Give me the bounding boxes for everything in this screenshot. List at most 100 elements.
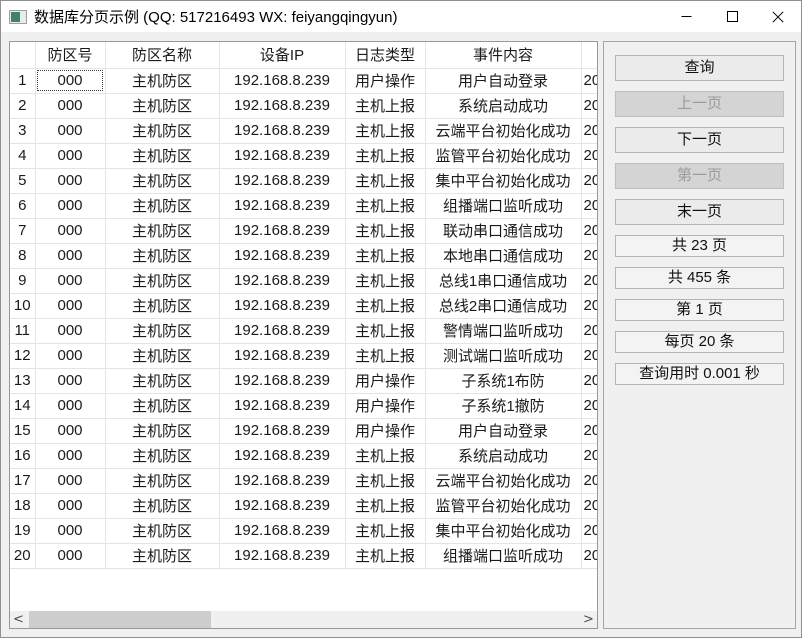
column-header-time[interactable] (581, 42, 597, 68)
cell-name[interactable]: 主机防区 (105, 493, 219, 518)
column-header-name[interactable]: 防区名称 (105, 42, 219, 68)
cell-event[interactable]: 用户自动登录 (425, 418, 581, 443)
cell-name[interactable]: 主机防区 (105, 393, 219, 418)
cell-zone[interactable]: 000 (35, 393, 105, 418)
cell-event[interactable]: 总线1串口通信成功 (425, 268, 581, 293)
cell-zone[interactable]: 000 (35, 418, 105, 443)
cell-ip[interactable]: 192.168.8.239 (219, 293, 345, 318)
cell-event[interactable]: 警情端口监听成功 (425, 318, 581, 343)
row-number[interactable]: 9 (10, 268, 35, 293)
cell-time[interactable]: 20 (581, 468, 597, 493)
row-number[interactable]: 5 (10, 168, 35, 193)
cell-type[interactable]: 主机上报 (345, 318, 425, 343)
row-number[interactable]: 3 (10, 118, 35, 143)
cell-type[interactable]: 主机上报 (345, 93, 425, 118)
row-number[interactable]: 18 (10, 493, 35, 518)
row-number[interactable]: 13 (10, 368, 35, 393)
cell-time[interactable]: 20 (581, 193, 597, 218)
cell-ip[interactable]: 192.168.8.239 (219, 143, 345, 168)
cell-ip[interactable]: 192.168.8.239 (219, 168, 345, 193)
cell-event[interactable]: 总线2串口通信成功 (425, 293, 581, 318)
cell-type[interactable]: 主机上报 (345, 468, 425, 493)
cell-name[interactable]: 主机防区 (105, 368, 219, 393)
cell-type[interactable]: 主机上报 (345, 168, 425, 193)
cell-name[interactable]: 主机防区 (105, 318, 219, 343)
cell-ip[interactable]: 192.168.8.239 (219, 318, 345, 343)
cell-event[interactable]: 组播端口监听成功 (425, 543, 581, 568)
cell-event[interactable]: 集中平台初始化成功 (425, 518, 581, 543)
minimize-button[interactable] (663, 1, 709, 32)
cell-name[interactable]: 主机防区 (105, 193, 219, 218)
cell-ip[interactable]: 192.168.8.239 (219, 368, 345, 393)
cell-zone[interactable]: 000 (35, 168, 105, 193)
cell-type[interactable]: 主机上报 (345, 343, 425, 368)
cell-zone[interactable]: 000 (35, 518, 105, 543)
cell-type[interactable]: 主机上报 (345, 543, 425, 568)
cell-type[interactable]: 用户操作 (345, 368, 425, 393)
cell-type[interactable]: 用户操作 (345, 418, 425, 443)
cell-ip[interactable]: 192.168.8.239 (219, 543, 345, 568)
cell-event[interactable]: 联动串口通信成功 (425, 218, 581, 243)
scroll-left-arrow-icon[interactable]: < (10, 611, 27, 628)
cell-zone[interactable]: 000 (35, 193, 105, 218)
row-number[interactable]: 17 (10, 468, 35, 493)
cell-ip[interactable]: 192.168.8.239 (219, 218, 345, 243)
cell-name[interactable]: 主机防区 (105, 543, 219, 568)
cell-name[interactable]: 主机防区 (105, 243, 219, 268)
cell-zone[interactable]: 000 (35, 368, 105, 393)
cell-event[interactable]: 监管平台初始化成功 (425, 493, 581, 518)
cell-time[interactable]: 20 (581, 93, 597, 118)
cell-zone[interactable]: 000 (35, 118, 105, 143)
cell-type[interactable]: 主机上报 (345, 268, 425, 293)
cell-type[interactable]: 主机上报 (345, 143, 425, 168)
cell-zone[interactable]: 000 (35, 268, 105, 293)
cell-time[interactable]: 20 (581, 293, 597, 318)
cell-event[interactable]: 组播端口监听成功 (425, 193, 581, 218)
cell-ip[interactable]: 192.168.8.239 (219, 418, 345, 443)
row-number[interactable]: 4 (10, 143, 35, 168)
cell-type[interactable]: 主机上报 (345, 493, 425, 518)
cell-event[interactable]: 测试端口监听成功 (425, 343, 581, 368)
cell-ip[interactable]: 192.168.8.239 (219, 493, 345, 518)
cell-name[interactable]: 主机防区 (105, 443, 219, 468)
cell-type[interactable]: 主机上报 (345, 443, 425, 468)
cell-zone[interactable]: 000 (35, 468, 105, 493)
cell-zone[interactable]: 000 (35, 93, 105, 118)
cell-event[interactable]: 集中平台初始化成功 (425, 168, 581, 193)
cell-time[interactable]: 20 (581, 443, 597, 468)
query-button[interactable]: 查询 (615, 55, 784, 81)
row-number[interactable]: 20 (10, 543, 35, 568)
cell-time[interactable]: 20 (581, 318, 597, 343)
cell-name[interactable]: 主机防区 (105, 293, 219, 318)
row-number[interactable]: 11 (10, 318, 35, 343)
cell-time[interactable]: 20 (581, 118, 597, 143)
cell-type[interactable]: 主机上报 (345, 193, 425, 218)
cell-time[interactable]: 20 (581, 518, 597, 543)
cell-name[interactable]: 主机防区 (105, 268, 219, 293)
cell-time[interactable]: 20 (581, 543, 597, 568)
cell-ip[interactable]: 192.168.8.239 (219, 68, 345, 93)
cell-ip[interactable]: 192.168.8.239 (219, 193, 345, 218)
cell-name[interactable]: 主机防区 (105, 68, 219, 93)
scrollbar-thumb[interactable] (29, 611, 211, 628)
cell-event[interactable]: 用户自动登录 (425, 68, 581, 93)
cell-zone[interactable]: 000 (35, 218, 105, 243)
cell-name[interactable]: 主机防区 (105, 468, 219, 493)
cell-ip[interactable]: 192.168.8.239 (219, 343, 345, 368)
scroll-right-arrow-icon[interactable]: > (580, 611, 597, 628)
corner-header[interactable] (10, 42, 35, 68)
cell-type[interactable]: 用户操作 (345, 393, 425, 418)
next-page-button[interactable]: 下一页 (615, 127, 784, 153)
cell-event[interactable]: 监管平台初始化成功 (425, 143, 581, 168)
cell-type[interactable]: 用户操作 (345, 68, 425, 93)
cell-time[interactable]: 20 (581, 343, 597, 368)
maximize-button[interactable] (709, 1, 755, 32)
row-number[interactable]: 8 (10, 243, 35, 268)
cell-zone[interactable]: 000 (35, 143, 105, 168)
row-number[interactable]: 19 (10, 518, 35, 543)
cell-name[interactable]: 主机防区 (105, 418, 219, 443)
last-page-button[interactable]: 末一页 (615, 199, 784, 225)
cell-ip[interactable]: 192.168.8.239 (219, 268, 345, 293)
row-number[interactable]: 7 (10, 218, 35, 243)
cell-type[interactable]: 主机上报 (345, 218, 425, 243)
